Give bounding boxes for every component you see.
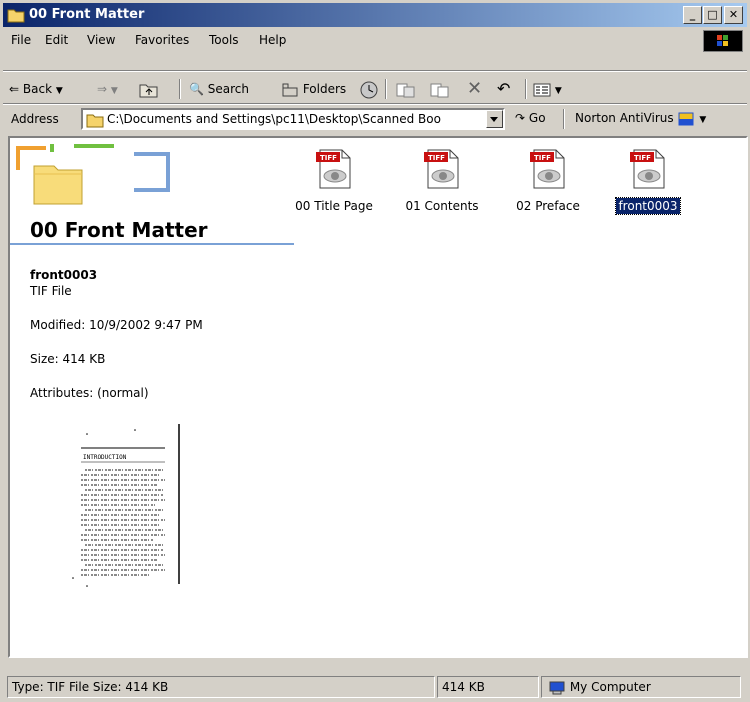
back-label: Back: [22, 82, 53, 96]
views-dropdown-icon: ▼: [554, 86, 562, 96]
status-bar: Type: TIF File Size: 414 KB 414 KB My Co…: [3, 676, 747, 700]
tiff-file-icon: TIFF: [316, 149, 351, 189]
menu-view[interactable]: View: [87, 33, 115, 47]
file-name: 01 Contents: [405, 199, 479, 213]
search-icon: 🔍: [189, 82, 204, 96]
delete-x-icon: ✕: [467, 78, 483, 99]
file-item-front0003[interactable]: TIFF front0003: [600, 146, 696, 215]
folder-title: 00 Front Matter: [30, 218, 208, 242]
up-folder-icon: [139, 84, 158, 97]
window-title: 00 Front Matter: [29, 7, 145, 22]
modified-date: Modified: 10/9/2002 9:47 PM: [30, 318, 203, 332]
views-icon: [533, 83, 551, 96]
file-thumbnail-preview: INTRODUCTION: [65, 420, 181, 587]
file-name-rename-field[interactable]: front0003: [615, 197, 681, 215]
copy-to-button[interactable]: [429, 79, 451, 99]
windows-logo: [703, 30, 743, 52]
toolbar-separator: [525, 79, 527, 99]
standard-toolbar: ⇐ Back ▼ ⇒ ▼ 🔍 Search Folders ✕ ↶ ▼: [3, 75, 747, 103]
go-button[interactable]: ↷ Go: [515, 108, 546, 128]
address-input[interactable]: C:\Documents and Settings\pc11\Desktop\S…: [81, 108, 505, 130]
forward-arrow-icon: ⇒: [97, 82, 108, 96]
menu-edit[interactable]: Edit: [45, 33, 68, 47]
selected-file-name: front0003: [30, 268, 98, 282]
menu-tools[interactable]: Tools: [209, 33, 239, 47]
folder-banner-graphic: [16, 144, 170, 205]
file-size: Size: 414 KB: [30, 352, 106, 366]
forward-dropdown-icon: ▼: [110, 86, 118, 96]
norton-antivirus-button[interactable]: Norton AntiVirus ▼: [575, 108, 706, 128]
back-button[interactable]: ⇐ Back ▼: [9, 79, 63, 99]
file-name: 00 Title Page: [295, 199, 373, 213]
tiff-file-icon: TIFF: [530, 149, 565, 189]
toolbar-separator-line: [3, 103, 747, 105]
status-text: Type: TIF File Size: 414 KB: [7, 676, 435, 698]
delete-button[interactable]: ✕: [467, 79, 482, 99]
status-zone: My Computer: [541, 676, 741, 698]
move-to-icon: [396, 83, 415, 97]
file-attributes: Attributes: (normal): [30, 386, 149, 400]
file-item-01-contents[interactable]: TIFF 01 Contents: [394, 146, 490, 214]
up-folder-button[interactable]: [139, 79, 159, 99]
search-button[interactable]: 🔍 Search: [189, 79, 249, 99]
history-button[interactable]: [359, 79, 379, 99]
address-separator: [563, 109, 565, 129]
explorer-window: 00 Front Matter _ □ ✕ File Edit View Fav…: [0, 0, 750, 702]
maximize-button[interactable]: □: [703, 6, 722, 24]
chevron-down-icon: [490, 117, 498, 122]
address-label: Address: [11, 112, 59, 126]
folder-title-underline: [10, 243, 294, 245]
svg-text:TIFF: TIFF: [428, 154, 445, 162]
status-size: 414 KB: [437, 676, 539, 698]
address-dropdown-button[interactable]: [486, 110, 503, 128]
forward-button[interactable]: ⇒ ▼: [97, 79, 118, 99]
file-item-02-preface[interactable]: TIFF 02 Preface: [500, 146, 596, 214]
folder-icon: [86, 114, 104, 128]
selected-file-type: TIF File: [30, 284, 72, 298]
menu-bar: File Edit View Favorites Tools Help: [3, 30, 747, 52]
svg-text:TIFF: TIFF: [320, 154, 337, 162]
close-button[interactable]: ✕: [724, 6, 743, 24]
back-arrow-icon: ⇐: [9, 82, 20, 96]
undo-icon: ↶: [497, 79, 511, 98]
minimize-button[interactable]: _: [683, 6, 702, 24]
menu-help[interactable]: Help: [259, 33, 286, 47]
my-computer-icon: [549, 681, 565, 694]
back-dropdown-icon: ▼: [55, 86, 63, 96]
move-to-button[interactable]: [395, 79, 417, 99]
folders-icon: [282, 83, 298, 96]
file-item-00-title-page[interactable]: TIFF 00 Title Page: [286, 146, 382, 214]
svg-text:TIFF: TIFF: [634, 154, 651, 162]
norton-dropdown-icon: ▼: [699, 115, 707, 125]
address-bar: Address C:\Documents and Settings\pc11\D…: [3, 106, 747, 132]
norton-label: Norton AntiVirus: [575, 111, 674, 125]
views-button[interactable]: ▼: [533, 79, 562, 99]
menu-separator: [3, 70, 747, 72]
copy-to-icon: [430, 83, 449, 97]
title-bar[interactable]: 00 Front Matter _ □ ✕: [3, 3, 747, 27]
undo-button[interactable]: ↶: [497, 79, 510, 99]
windows-flag-icon: [717, 35, 728, 46]
folder-view[interactable]: 00 Front Matter front0003 TIF File Modif…: [8, 136, 748, 658]
file-name: 02 Preface: [516, 199, 580, 213]
go-label: Go: [528, 111, 546, 125]
svg-text:TIFF: TIFF: [534, 154, 551, 162]
toolbar-separator: [179, 79, 181, 99]
folders-label: Folders: [302, 82, 347, 96]
zone-label: My Computer: [569, 680, 651, 694]
toolbar-separator: [385, 79, 387, 99]
address-value: C:\Documents and Settings\pc11\Desktop\S…: [107, 112, 441, 126]
norton-icon: [678, 112, 694, 125]
go-arrow-icon: ↷: [515, 111, 526, 125]
tiff-file-icon: TIFF: [630, 149, 665, 189]
folders-button[interactable]: Folders: [281, 79, 346, 99]
folder-icon: [7, 9, 25, 23]
search-label: Search: [207, 82, 250, 96]
preview-heading: INTRODUCTION: [83, 454, 127, 461]
tiff-file-icon: TIFF: [424, 149, 459, 189]
history-clock-icon: [360, 81, 378, 98]
menu-favorites[interactable]: Favorites: [135, 33, 189, 47]
menu-file[interactable]: File: [11, 33, 31, 47]
